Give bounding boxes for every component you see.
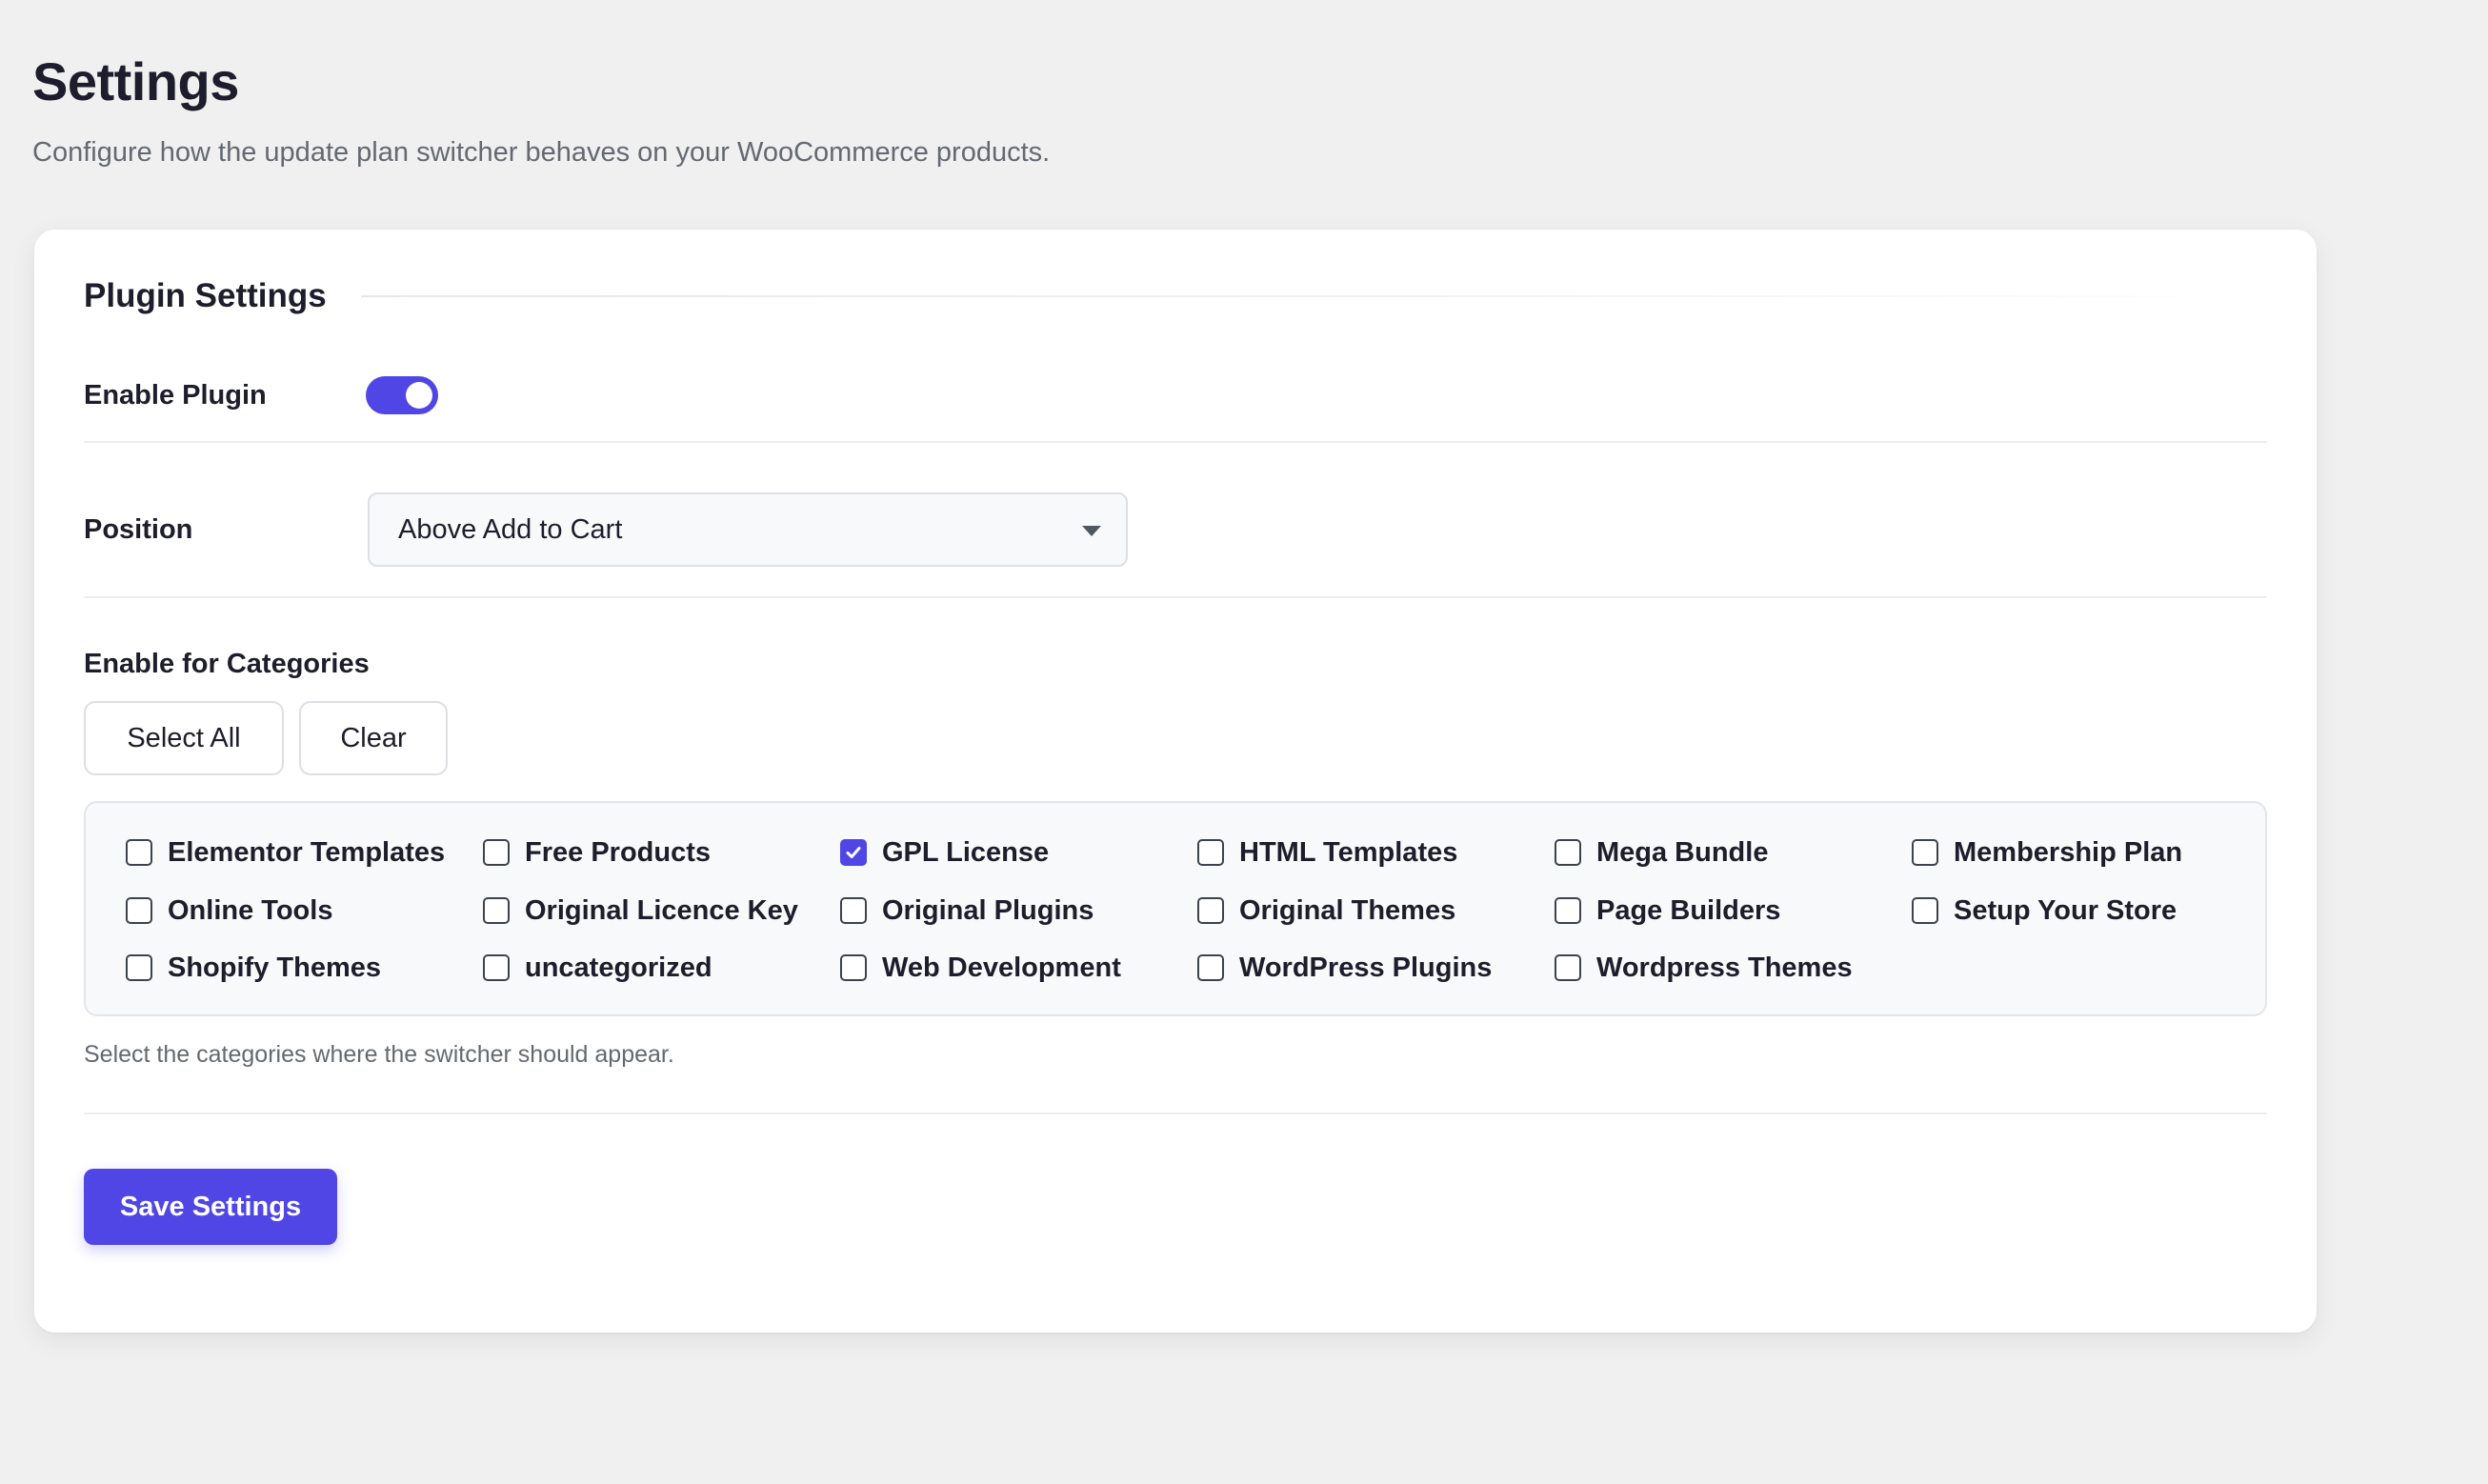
checkbox[interactable] <box>840 897 867 924</box>
category-option[interactable]: Page Builders <box>1555 892 1780 930</box>
category-label: Membership Plan <box>1954 836 2183 868</box>
checkbox[interactable] <box>483 954 510 981</box>
category-label: Original Plugins <box>882 894 1094 926</box>
checkbox[interactable] <box>1555 954 1581 981</box>
category-option[interactable]: Web Development <box>840 949 1121 987</box>
checkbox[interactable] <box>126 839 152 866</box>
category-label: Web Development <box>882 952 1121 983</box>
checkbox[interactable] <box>1197 897 1224 924</box>
category-label: HTML Templates <box>1239 836 1458 868</box>
section-rule <box>360 295 2275 297</box>
category-option[interactable]: GPL License <box>840 833 1049 872</box>
category-option[interactable]: Setup Your Store <box>1912 892 2177 930</box>
save-settings-button[interactable]: Save Settings <box>84 1169 337 1245</box>
checkbox[interactable] <box>1555 839 1581 866</box>
category-label: Setup Your Store <box>1954 894 2177 926</box>
select-all-button[interactable]: Select All <box>84 701 284 775</box>
category-option[interactable]: Original Plugins <box>840 892 1094 930</box>
toggle-knob <box>406 382 432 409</box>
category-option[interactable]: WordPress Plugins <box>1197 949 1492 987</box>
category-option[interactable]: Membership Plan <box>1912 833 2182 872</box>
category-label: uncategorized <box>525 952 712 983</box>
checkbox[interactable] <box>483 897 510 924</box>
checkbox[interactable] <box>1197 839 1224 866</box>
position-select[interactable]: Above Add to Cart <box>368 492 1128 567</box>
category-list: Elementor Templates Free Products GPL Lice… <box>84 801 2267 1016</box>
position-select-value: Above Add to Cart <box>398 513 623 545</box>
category-label: GPL License <box>882 836 1050 868</box>
category-label: Free Products <box>525 836 711 868</box>
category-option[interactable]: Mega Bundle <box>1555 833 1768 872</box>
categories-label: Enable for Categories <box>84 649 370 679</box>
category-label: Mega Bundle <box>1596 836 1769 868</box>
chevron-down-icon <box>1082 526 1101 536</box>
category-label: Shopify Themes <box>168 952 381 983</box>
checkbox[interactable] <box>126 954 152 981</box>
category-option[interactable]: uncategorized <box>483 949 712 987</box>
category-label: Online Tools <box>168 894 333 926</box>
category-label: Original Themes <box>1239 894 1456 926</box>
checkbox[interactable] <box>1912 897 1938 924</box>
position-label: Position <box>84 514 193 545</box>
settings-card: Plugin Settings Enable Plugin Position A… <box>34 230 2317 1333</box>
clear-button[interactable]: Clear <box>299 701 448 775</box>
category-label: Wordpress Themes <box>1596 952 1853 983</box>
enable-plugin-toggle[interactable] <box>366 376 438 414</box>
category-option[interactable]: Wordpress Themes <box>1555 949 1853 987</box>
checkmark-icon <box>846 847 861 858</box>
checkbox[interactable] <box>1197 954 1224 981</box>
category-label: Original Licence Key <box>525 894 798 926</box>
page-subtitle: Configure how the update plan switcher b… <box>32 137 1051 168</box>
category-label: Elementor Templates <box>168 836 446 868</box>
category-option[interactable]: Shopify Themes <box>126 949 381 987</box>
section-title: Plugin Settings <box>84 277 327 314</box>
checkbox[interactable] <box>840 954 867 981</box>
checkbox[interactable] <box>1912 839 1938 866</box>
section-header: Plugin Settings <box>84 268 2275 325</box>
category-option[interactable]: Original Licence Key <box>483 892 798 930</box>
divider <box>84 596 2267 598</box>
checkbox[interactable] <box>126 897 152 924</box>
category-option[interactable]: Free Products <box>483 833 711 872</box>
checkbox[interactable] <box>1555 897 1581 924</box>
category-option[interactable]: Online Tools <box>126 892 332 930</box>
enable-plugin-label: Enable Plugin <box>84 380 267 411</box>
checkbox-checked[interactable] <box>840 839 867 866</box>
category-label: WordPress Plugins <box>1239 952 1493 983</box>
category-label: Page Builders <box>1596 894 1781 926</box>
divider <box>84 441 2267 443</box>
settings-page: Settings Configure how the update plan s… <box>0 0 2488 1484</box>
category-option[interactable]: HTML Templates <box>1197 833 1457 872</box>
checkbox[interactable] <box>483 839 510 866</box>
category-option[interactable]: Original Themes <box>1197 892 1455 930</box>
categories-help-text: Select the categories where the switcher… <box>84 1041 674 1068</box>
divider <box>84 1113 2267 1114</box>
category-option[interactable]: Elementor Templates <box>126 833 445 872</box>
page-title: Settings <box>32 51 239 111</box>
